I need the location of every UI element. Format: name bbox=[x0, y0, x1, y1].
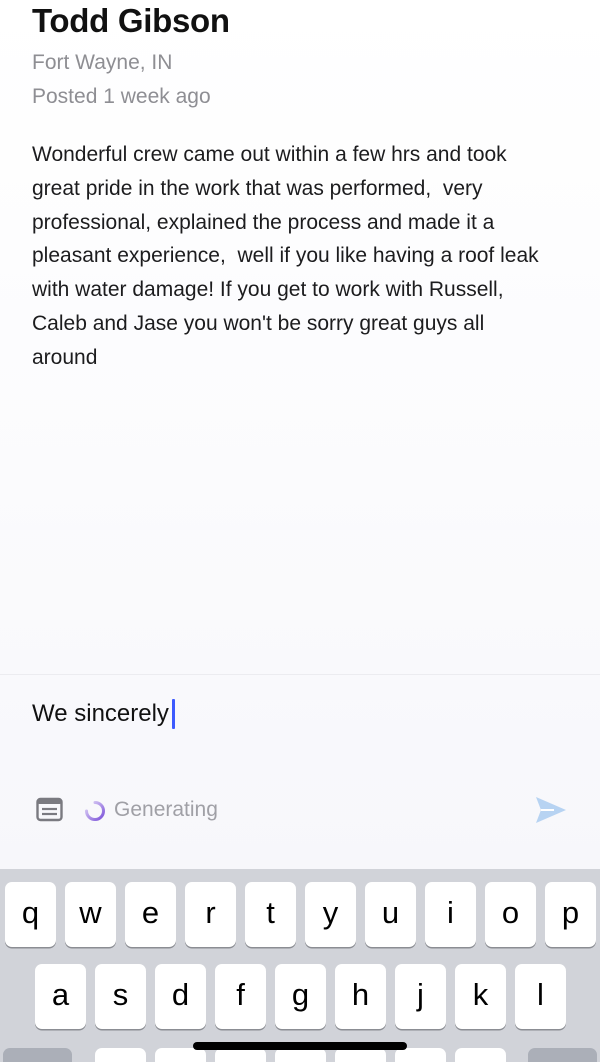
key-v[interactable] bbox=[275, 1048, 326, 1062]
send-icon bbox=[536, 797, 566, 823]
key-r[interactable]: r bbox=[185, 882, 236, 947]
key-x[interactable] bbox=[155, 1048, 206, 1062]
review-reply-screen: Todd Gibson Fort Wayne, IN Posted 1 week… bbox=[0, 0, 600, 1062]
key-y[interactable]: y bbox=[305, 882, 356, 947]
reply-text-field[interactable]: We sincerely bbox=[32, 694, 572, 734]
divider bbox=[0, 674, 600, 675]
generating-status: Generating bbox=[114, 798, 218, 821]
reviewer-location: Fort Wayne, IN bbox=[32, 51, 173, 74]
key-a[interactable]: a bbox=[35, 964, 86, 1029]
key-g[interactable]: g bbox=[275, 964, 326, 1029]
key-s[interactable]: s bbox=[95, 964, 146, 1029]
key-w[interactable]: w bbox=[65, 882, 116, 947]
shift-key[interactable] bbox=[3, 1048, 72, 1062]
key-q[interactable]: q bbox=[5, 882, 56, 947]
key-t[interactable]: t bbox=[245, 882, 296, 947]
home-indicator[interactable] bbox=[193, 1042, 407, 1050]
document-icon[interactable] bbox=[36, 797, 63, 822]
key-n[interactable] bbox=[395, 1048, 446, 1062]
delete-key[interactable] bbox=[528, 1048, 597, 1062]
review-text: Wonderful crew came out within a few hrs… bbox=[32, 143, 539, 369]
key-j[interactable]: j bbox=[395, 964, 446, 1029]
key-o[interactable]: o bbox=[485, 882, 536, 947]
loading-spinner-icon bbox=[84, 800, 106, 822]
key-i[interactable]: i bbox=[425, 882, 476, 947]
key-h[interactable]: h bbox=[335, 964, 386, 1029]
send-button[interactable] bbox=[534, 794, 568, 826]
key-b[interactable] bbox=[335, 1048, 386, 1062]
key-c[interactable] bbox=[215, 1048, 266, 1062]
reply-text-value: We sincerely bbox=[32, 700, 169, 727]
key-l[interactable]: l bbox=[515, 964, 566, 1029]
text-cursor bbox=[171, 699, 175, 729]
key-d[interactable]: d bbox=[155, 964, 206, 1029]
key-p[interactable]: p bbox=[545, 882, 596, 947]
review-posted-time: Posted 1 week ago bbox=[32, 85, 211, 108]
key-u[interactable]: u bbox=[365, 882, 416, 947]
key-z[interactable] bbox=[95, 1048, 146, 1062]
reviewer-name: Todd Gibson bbox=[32, 2, 230, 39]
key-k[interactable]: k bbox=[455, 964, 506, 1029]
key-m[interactable] bbox=[455, 1048, 506, 1062]
on-screen-keyboard: q w e r t y u i o p a s d f g h j k l bbox=[0, 869, 600, 1062]
key-e[interactable]: e bbox=[125, 882, 176, 947]
key-f[interactable]: f bbox=[215, 964, 266, 1029]
